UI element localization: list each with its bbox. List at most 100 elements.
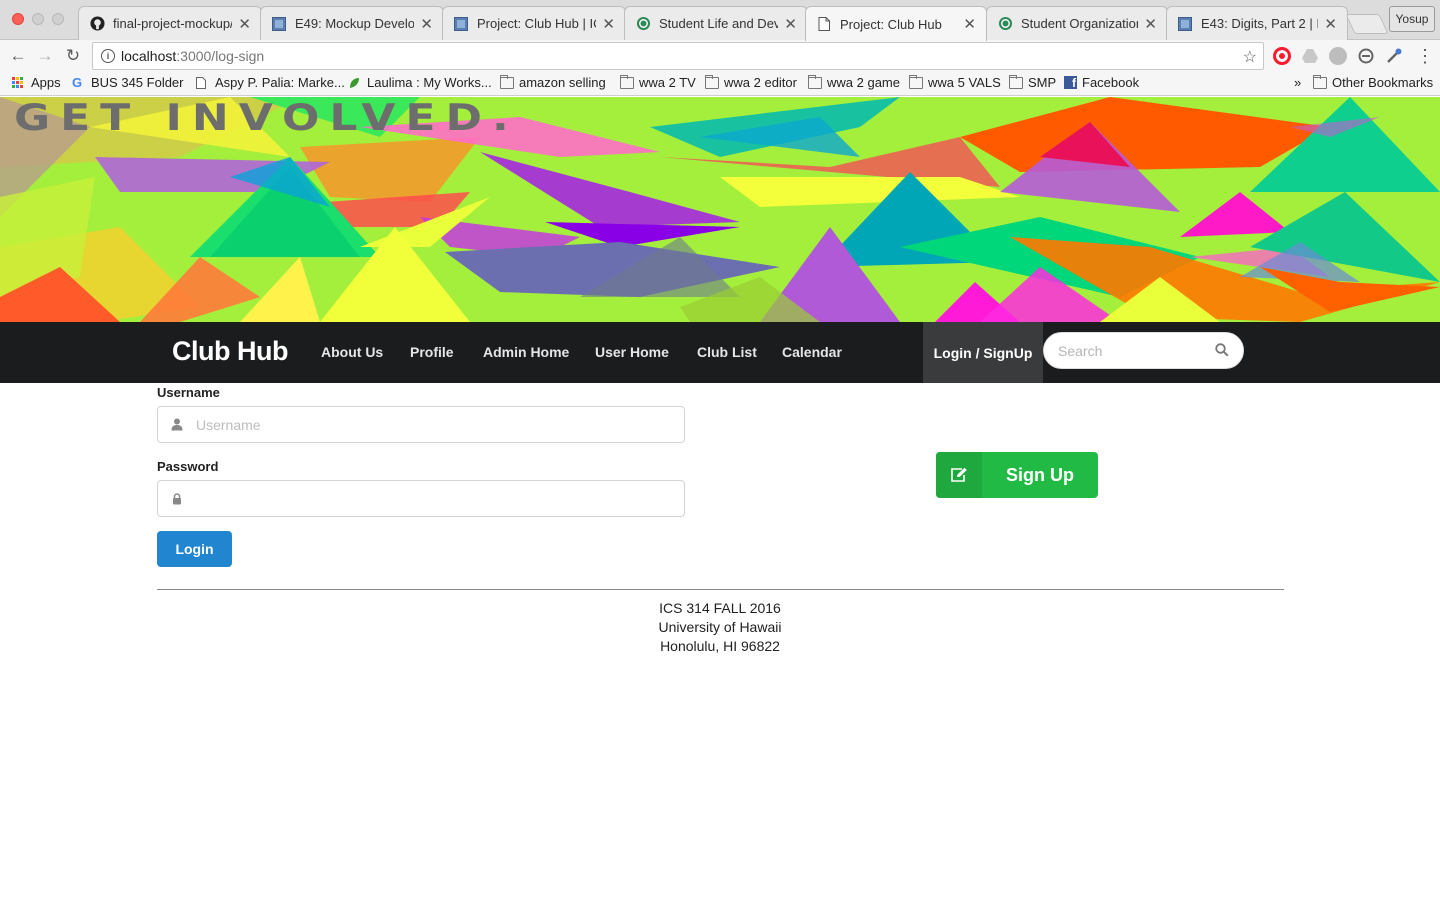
folder-icon <box>1009 74 1023 89</box>
site-navbar: Club Hub About Us Profile Admin Home Use… <box>0 322 1440 383</box>
username-label: Username <box>157 385 220 400</box>
folder-icon <box>808 74 822 89</box>
bookmark-label: SMP <box>1028 75 1057 90</box>
github-icon <box>89 16 105 32</box>
browser-tab[interactable]: E49: Mockup Develop ✕ <box>260 6 444 40</box>
info-icon[interactable]: i <box>101 49 115 63</box>
leaf-icon <box>348 77 362 89</box>
eyedropper-extension-icon[interactable] <box>1385 47 1403 65</box>
opera-extension-icon[interactable] <box>1273 47 1291 65</box>
bookmark-label: BUS 345 Folder <box>91 75 184 90</box>
tab-title: Student Organizations <box>1021 16 1139 31</box>
url-path: :3000/log-sign <box>176 48 265 64</box>
bookmarks-overflow-chevron[interactable]: » <box>1294 75 1301 90</box>
password-label: Password <box>157 459 219 474</box>
login-button[interactable]: Login <box>157 531 232 567</box>
globe-icon <box>997 16 1013 32</box>
username-field <box>157 406 685 443</box>
bookmark-label: Aspy P. Palia: Marke... <box>215 75 345 90</box>
nav-admin-home[interactable]: Admin Home <box>483 344 569 360</box>
tab-title: final-project-mockup/ <box>113 16 233 31</box>
minimize-window-button[interactable] <box>32 13 44 25</box>
password-input[interactable] <box>196 490 684 507</box>
nav-user-home[interactable]: User Home <box>595 344 669 360</box>
search-icon[interactable] <box>1215 343 1229 357</box>
footer-course: ICS 314 FALL 2016 <box>659 600 781 616</box>
signup-button[interactable]: Sign Up <box>936 452 1098 498</box>
close-tab-icon[interactable]: ✕ <box>238 15 251 33</box>
back-arrow-icon[interactable]: ← <box>6 44 30 68</box>
tab-title: Project: Club Hub | IC <box>477 16 597 31</box>
bookmark-label: wwa 2 editor <box>724 75 797 90</box>
folder-icon <box>1313 74 1327 89</box>
profile-button[interactable]: Yosup <box>1389 6 1435 32</box>
bookmark-item[interactable]: f Facebook <box>1064 75 1139 90</box>
zoom-window-button[interactable] <box>52 13 64 25</box>
nav-calendar[interactable]: Calendar <box>782 344 842 360</box>
bookmark-label: wwa 2 TV <box>639 75 696 90</box>
nav-club-list[interactable]: Club List <box>697 344 757 360</box>
other-bookmarks-folder[interactable]: Other Bookmarks <box>1313 74 1434 90</box>
bookmark-folder[interactable]: wwa 2 TV <box>620 74 696 90</box>
bookmark-star-icon[interactable]: ☆ <box>1243 47 1257 67</box>
bookmark-folder[interactable]: wwa 2 game <box>808 74 900 90</box>
lock-icon <box>158 492 196 505</box>
bookmark-label: Other Bookmarks <box>1332 75 1434 90</box>
footer-divider <box>157 589 1284 590</box>
user-icon <box>158 418 196 431</box>
globe-extension-icon[interactable] <box>1329 47 1347 65</box>
nav-profile[interactable]: Profile <box>410 344 454 360</box>
bookmark-folder[interactable]: wwa 5 VALS <box>909 74 1001 90</box>
bookmark-apps[interactable]: Apps <box>12 75 61 90</box>
tab-title: Student Life and Deve <box>659 16 779 31</box>
url-host: localhost <box>121 48 177 64</box>
nav-login-signup[interactable]: Login / SignUp <box>923 322 1043 383</box>
bookmark-label: wwa 2 game <box>827 75 900 90</box>
close-tab-icon[interactable]: ✕ <box>1324 15 1337 33</box>
footer-address: Honolulu, HI 96822 <box>660 638 780 654</box>
close-tab-icon[interactable]: ✕ <box>963 15 976 33</box>
bookmark-folder[interactable]: amazon selling <box>500 74 606 90</box>
bookmark-folder[interactable]: SMP <box>1009 74 1057 90</box>
browser-tab[interactable]: Project: Club Hub | IC ✕ <box>442 6 626 40</box>
search-input[interactable] <box>1058 342 1208 359</box>
sync-extension-icon[interactable] <box>1357 47 1375 65</box>
footer-university: University of Hawaii <box>658 619 782 635</box>
reload-icon[interactable]: ↻ <box>61 44 85 68</box>
brand-logo[interactable]: Club Hub <box>172 336 288 367</box>
close-tab-icon[interactable]: ✕ <box>784 15 797 33</box>
document-icon <box>196 76 210 89</box>
bookmark-item[interactable]: Laulima : My Works... <box>348 75 492 90</box>
browser-tab[interactable]: Student Organizations ✕ <box>986 6 1168 40</box>
close-tab-icon[interactable]: ✕ <box>1144 15 1157 33</box>
apps-grid-icon <box>12 76 26 89</box>
document-icon <box>816 16 832 32</box>
browser-tab[interactable]: final-project-mockup/ ✕ <box>78 6 262 40</box>
browser-tab-active[interactable]: Project: Club Hub ✕ <box>805 6 987 41</box>
new-tab-button[interactable] <box>1345 14 1389 34</box>
page-icon <box>271 16 287 32</box>
browser-toolbar: ← → ↻ i localhost:3000/log-sign ☆ ⋮ <box>0 40 1440 72</box>
folder-icon <box>500 74 514 89</box>
drive-extension-icon[interactable] <box>1301 47 1319 65</box>
bookmark-item[interactable]: G BUS 345 Folder <box>72 75 184 90</box>
close-tab-icon[interactable]: ✕ <box>602 15 615 33</box>
bookmark-folder[interactable]: wwa 2 editor <box>705 74 797 90</box>
url-text: localhost:3000/log-sign <box>121 48 264 64</box>
address-bar[interactable]: i localhost:3000/log-sign ☆ <box>92 42 1264 70</box>
browser-tab-strip: final-project-mockup/ ✕ E49: Mockup Deve… <box>0 0 1440 41</box>
browser-tab[interactable]: E43: Digits, Part 2 | IC ✕ <box>1166 6 1348 40</box>
close-tab-icon[interactable]: ✕ <box>420 15 433 33</box>
get-involved-banner: GET INVOLVED. <box>0 97 1440 322</box>
folder-icon <box>909 74 923 89</box>
username-input[interactable] <box>196 416 684 433</box>
bookmark-item[interactable]: Aspy P. Palia: Marke... <box>196 75 345 90</box>
bookmark-label: Facebook <box>1082 75 1140 90</box>
forward-arrow-icon[interactable]: → <box>33 44 57 68</box>
browser-tab[interactable]: Student Life and Deve ✕ <box>624 6 808 40</box>
menu-dots-icon[interactable]: ⋮ <box>1416 46 1434 67</box>
nav-about-us[interactable]: About Us <box>321 344 383 360</box>
bookmark-label: amazon selling <box>519 75 606 90</box>
bookmarks-bar: Apps G BUS 345 Folder Aspy P. Palia: Mar… <box>0 72 1440 96</box>
close-window-button[interactable] <box>12 13 24 25</box>
